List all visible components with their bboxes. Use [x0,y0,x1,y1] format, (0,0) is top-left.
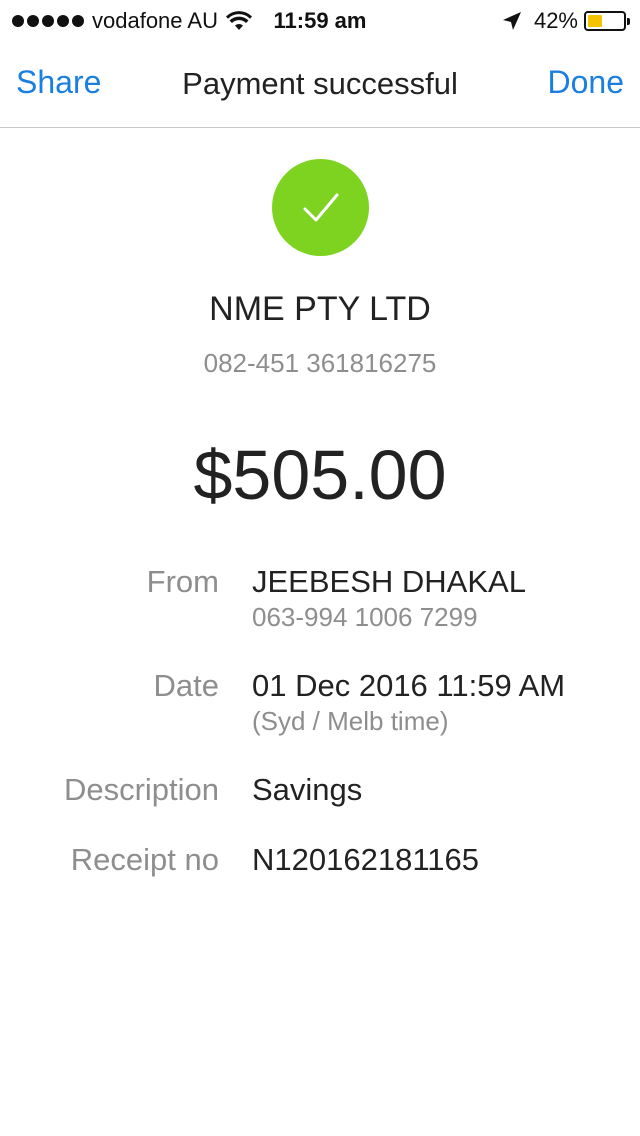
from-value: JEEBESH DHAKAL [252,564,526,599]
wifi-icon [225,11,252,30]
battery-percent: 42% [533,8,578,33]
navigation-bar: Share Payment successful Done [0,40,640,128]
description-label: Description [63,772,219,807]
battery-icon [584,11,630,31]
status-bar-left: vodafone AU [12,8,252,34]
description-value: Savings [252,772,363,807]
payment-receipt-screen: vodafone AU 11:59 am 42% Share Payment s… [0,0,640,1136]
signal-strength-icon [12,15,84,27]
date-timezone-note: (Syd / Melb time) [252,706,449,736]
status-bar: vodafone AU 11:59 am 42% [0,0,640,40]
date-value: 01 Dec 2016 11:59 AM [252,668,566,703]
from-label: From [146,564,219,599]
location-arrow-icon [502,12,521,30]
status-bar-right: 42% [502,8,630,34]
receipt-value: N120162181165 [252,842,479,877]
done-button[interactable]: Done [548,64,625,101]
date-label: Date [153,668,219,703]
from-account-number: 063-994 1006 7299 [252,602,478,632]
battery-level-fill [588,15,602,27]
receipt-label: Receipt no [70,842,219,877]
payee-account-number: 082-451 361816275 [203,348,437,378]
checkmark-icon [303,193,338,221]
share-button[interactable]: Share [16,64,101,101]
success-badge [272,159,369,256]
payee-name: NME PTY LTD [209,290,431,328]
carrier-name: vodafone AU [92,8,218,33]
payment-amount: $505.00 [193,436,447,514]
